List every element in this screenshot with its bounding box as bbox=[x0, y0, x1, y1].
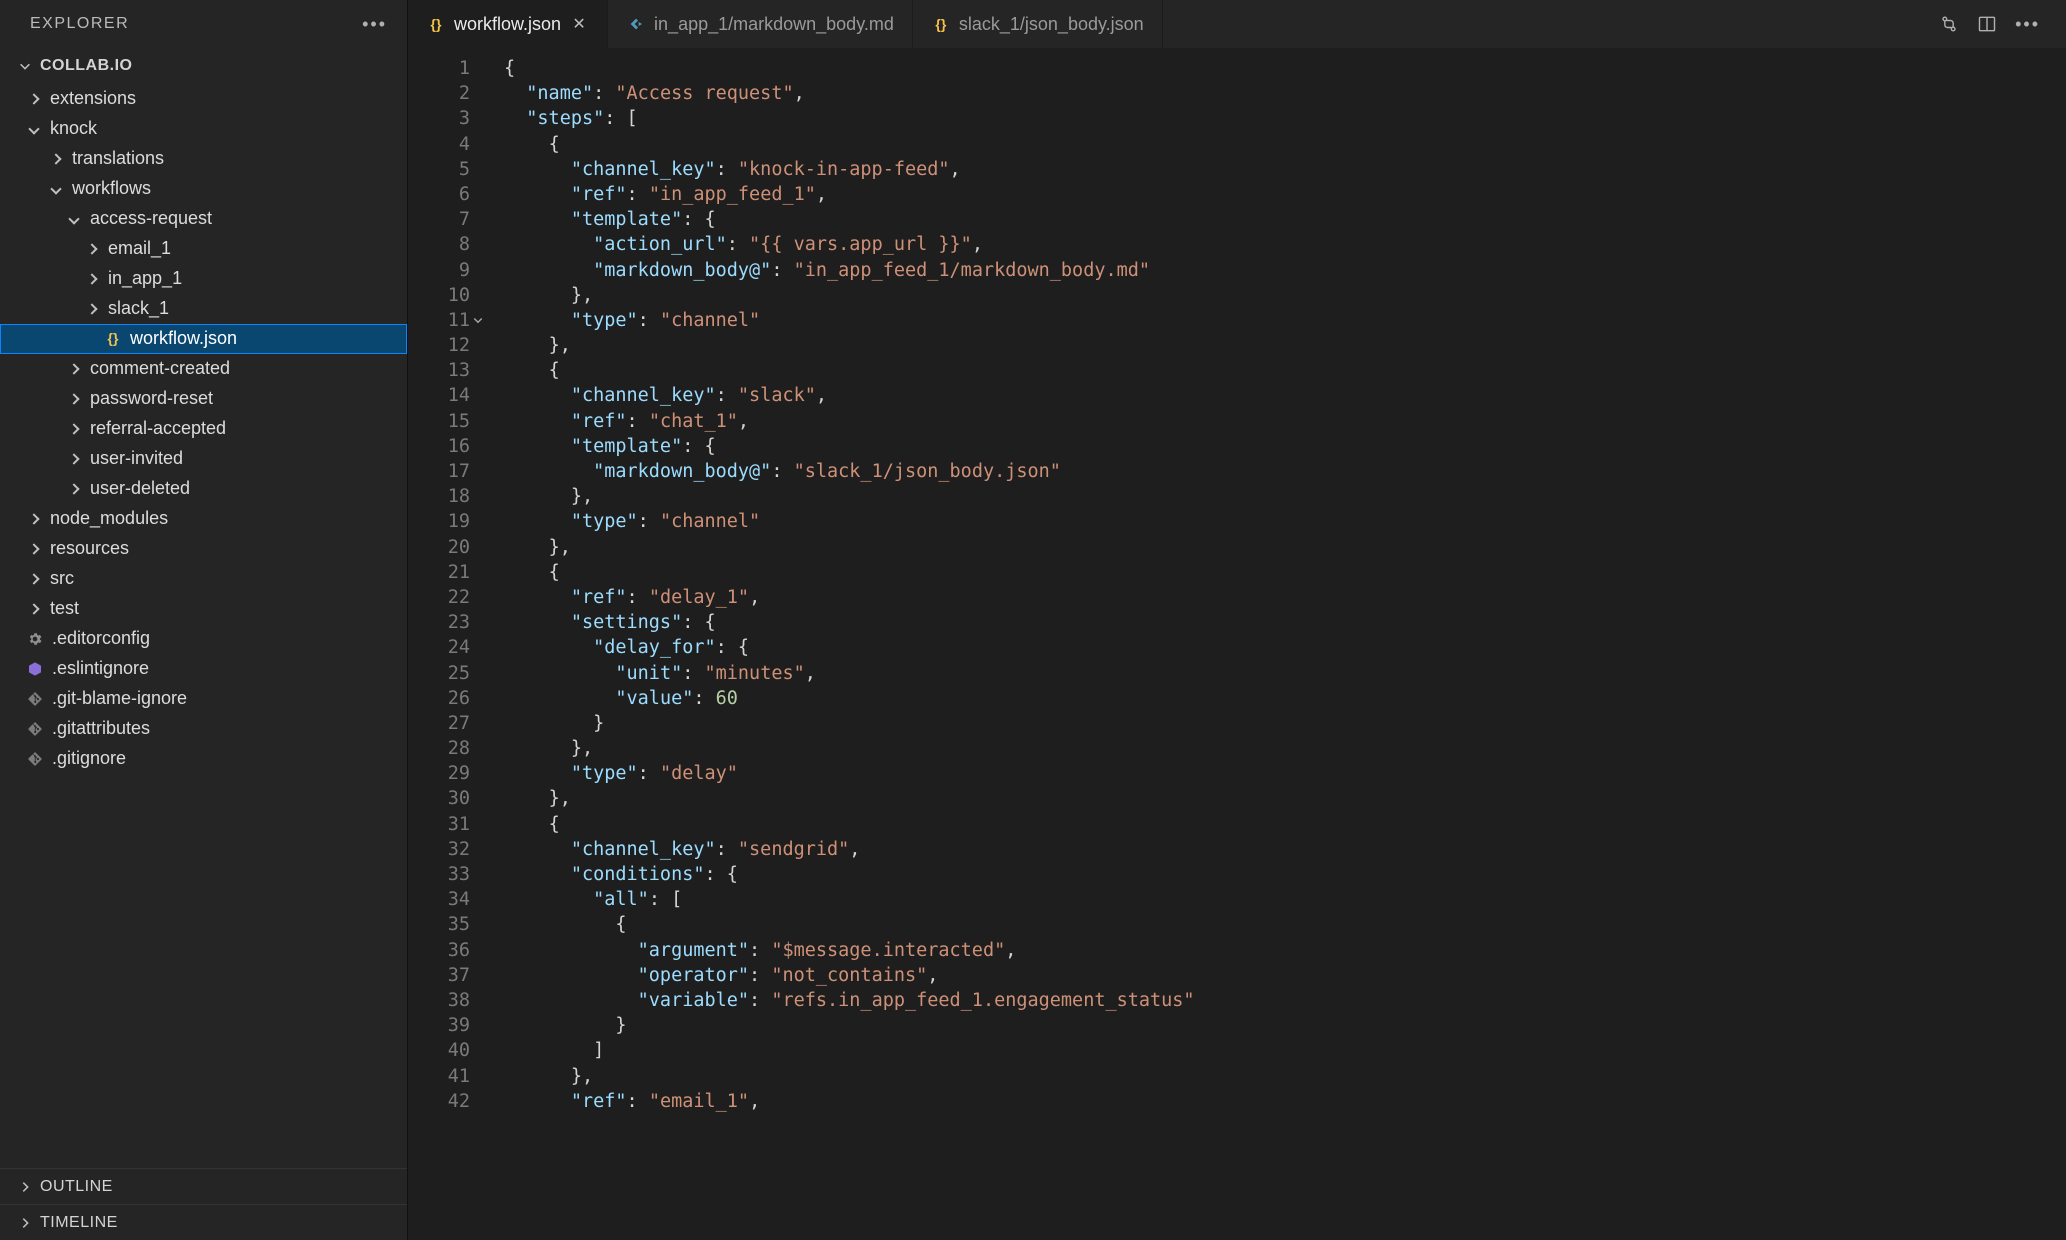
editor-area: {} workflow.json ✕ in_app_1/markdown_bod… bbox=[408, 0, 2066, 1240]
folder-password-reset[interactable]: password-reset bbox=[0, 384, 407, 414]
explorer-title: EXPLORER bbox=[30, 15, 129, 33]
tab-label: in_app_1/markdown_body.md bbox=[654, 14, 894, 35]
chevron-right-icon bbox=[16, 1214, 34, 1232]
file-workflow-json[interactable]: {} workflow.json bbox=[0, 324, 407, 354]
folder-resources[interactable]: resources bbox=[0, 534, 407, 564]
chevron-right-icon bbox=[24, 545, 44, 553]
tabs-bar: {} workflow.json ✕ in_app_1/markdown_bod… bbox=[408, 0, 2066, 48]
file-tree: extensions knock translations workflows … bbox=[0, 84, 407, 1168]
chevron-down-icon bbox=[46, 185, 66, 193]
folder-test[interactable]: test bbox=[0, 594, 407, 624]
tabs-actions: ••• bbox=[1921, 0, 2066, 48]
chevron-right-icon bbox=[82, 245, 102, 253]
chevron-right-icon bbox=[16, 1178, 34, 1196]
json-file-icon: {} bbox=[102, 327, 124, 350]
folder-workflows[interactable]: workflows bbox=[0, 174, 407, 204]
explorer-sidebar: EXPLORER ••• COLLAB.IO extensions knock … bbox=[0, 0, 408, 1240]
project-name: COLLAB.IO bbox=[40, 57, 133, 75]
chevron-down-icon bbox=[64, 215, 84, 223]
chevron-right-icon bbox=[46, 155, 66, 163]
timeline-panel-header[interactable]: TIMELINE bbox=[0, 1204, 407, 1240]
git-icon bbox=[24, 721, 46, 737]
chevron-right-icon bbox=[64, 395, 84, 403]
folder-user-invited[interactable]: user-invited bbox=[0, 444, 407, 474]
close-icon[interactable]: ✕ bbox=[569, 14, 589, 34]
folder-email-1[interactable]: email_1 bbox=[0, 234, 407, 264]
file-gitignore[interactable]: .gitignore bbox=[0, 744, 407, 774]
line-number-gutter: 1234567891011121314151617181920212223242… bbox=[408, 48, 480, 1240]
file-eslintignore[interactable]: .eslintignore bbox=[0, 654, 407, 684]
chevron-right-icon bbox=[24, 95, 44, 103]
chevron-down-icon bbox=[24, 125, 44, 133]
explorer-overflow-icon[interactable]: ••• bbox=[362, 14, 395, 35]
folder-extensions[interactable]: extensions bbox=[0, 84, 407, 114]
chevron-right-icon bbox=[24, 605, 44, 613]
folder-src[interactable]: src bbox=[0, 564, 407, 594]
chevron-right-icon bbox=[82, 305, 102, 313]
tab-label: workflow.json bbox=[454, 14, 561, 35]
folder-user-deleted[interactable]: user-deleted bbox=[0, 474, 407, 504]
fold-chevron-icon[interactable] bbox=[470, 308, 486, 333]
chevron-right-icon bbox=[24, 575, 44, 583]
outline-label: OUTLINE bbox=[40, 1178, 113, 1196]
tab-markdown-body[interactable]: in_app_1/markdown_body.md bbox=[608, 0, 913, 48]
file-gitattributes[interactable]: .gitattributes bbox=[0, 714, 407, 744]
folder-access-request[interactable]: access-request bbox=[0, 204, 407, 234]
folder-comment-created[interactable]: comment-created bbox=[0, 354, 407, 384]
folder-translations[interactable]: translations bbox=[0, 144, 407, 174]
timeline-label: TIMELINE bbox=[40, 1214, 118, 1232]
folder-in-app-1[interactable]: in_app_1 bbox=[0, 264, 407, 294]
folder-knock[interactable]: knock bbox=[0, 114, 407, 144]
chevron-right-icon bbox=[24, 515, 44, 523]
eslint-icon bbox=[24, 661, 46, 677]
folder-slack-1[interactable]: slack_1 bbox=[0, 294, 407, 324]
folder-referral-accepted[interactable]: referral-accepted bbox=[0, 414, 407, 444]
git-icon bbox=[24, 691, 46, 707]
chevron-right-icon bbox=[64, 485, 84, 493]
folder-node-modules[interactable]: node_modules bbox=[0, 504, 407, 534]
git-icon bbox=[24, 751, 46, 767]
editor-overflow-icon[interactable]: ••• bbox=[2015, 14, 2048, 35]
file-editorconfig[interactable]: .editorconfig bbox=[0, 624, 407, 654]
code-editor[interactable]: 1234567891011121314151617181920212223242… bbox=[408, 48, 2066, 1240]
project-panel-header[interactable]: COLLAB.IO bbox=[0, 48, 407, 84]
code-content[interactable]: { "name": "Access request", "steps": [ {… bbox=[480, 48, 2066, 1240]
chevron-right-icon bbox=[64, 365, 84, 373]
chevron-down-icon bbox=[16, 57, 34, 75]
app-root: EXPLORER ••• COLLAB.IO extensions knock … bbox=[0, 0, 2066, 1240]
sidebar-bottom-panels: OUTLINE TIMELINE bbox=[0, 1168, 407, 1240]
file-git-blame-ignore[interactable]: .git-blame-ignore bbox=[0, 684, 407, 714]
chevron-right-icon bbox=[82, 275, 102, 283]
markdown-file-icon bbox=[626, 16, 646, 32]
outline-panel-header[interactable]: OUTLINE bbox=[0, 1168, 407, 1204]
tab-workflow-json[interactable]: {} workflow.json ✕ bbox=[408, 0, 608, 48]
tab-label: slack_1/json_body.json bbox=[959, 14, 1144, 35]
split-editor-icon[interactable] bbox=[1977, 14, 1997, 34]
compare-changes-icon[interactable] bbox=[1939, 14, 1959, 34]
gear-icon bbox=[24, 631, 46, 647]
explorer-header: EXPLORER ••• bbox=[0, 0, 407, 48]
tab-json-body[interactable]: {} slack_1/json_body.json bbox=[913, 0, 1163, 48]
json-file-icon: {} bbox=[426, 16, 446, 32]
chevron-right-icon bbox=[64, 455, 84, 463]
chevron-right-icon bbox=[64, 425, 84, 433]
json-file-icon: {} bbox=[931, 16, 951, 32]
